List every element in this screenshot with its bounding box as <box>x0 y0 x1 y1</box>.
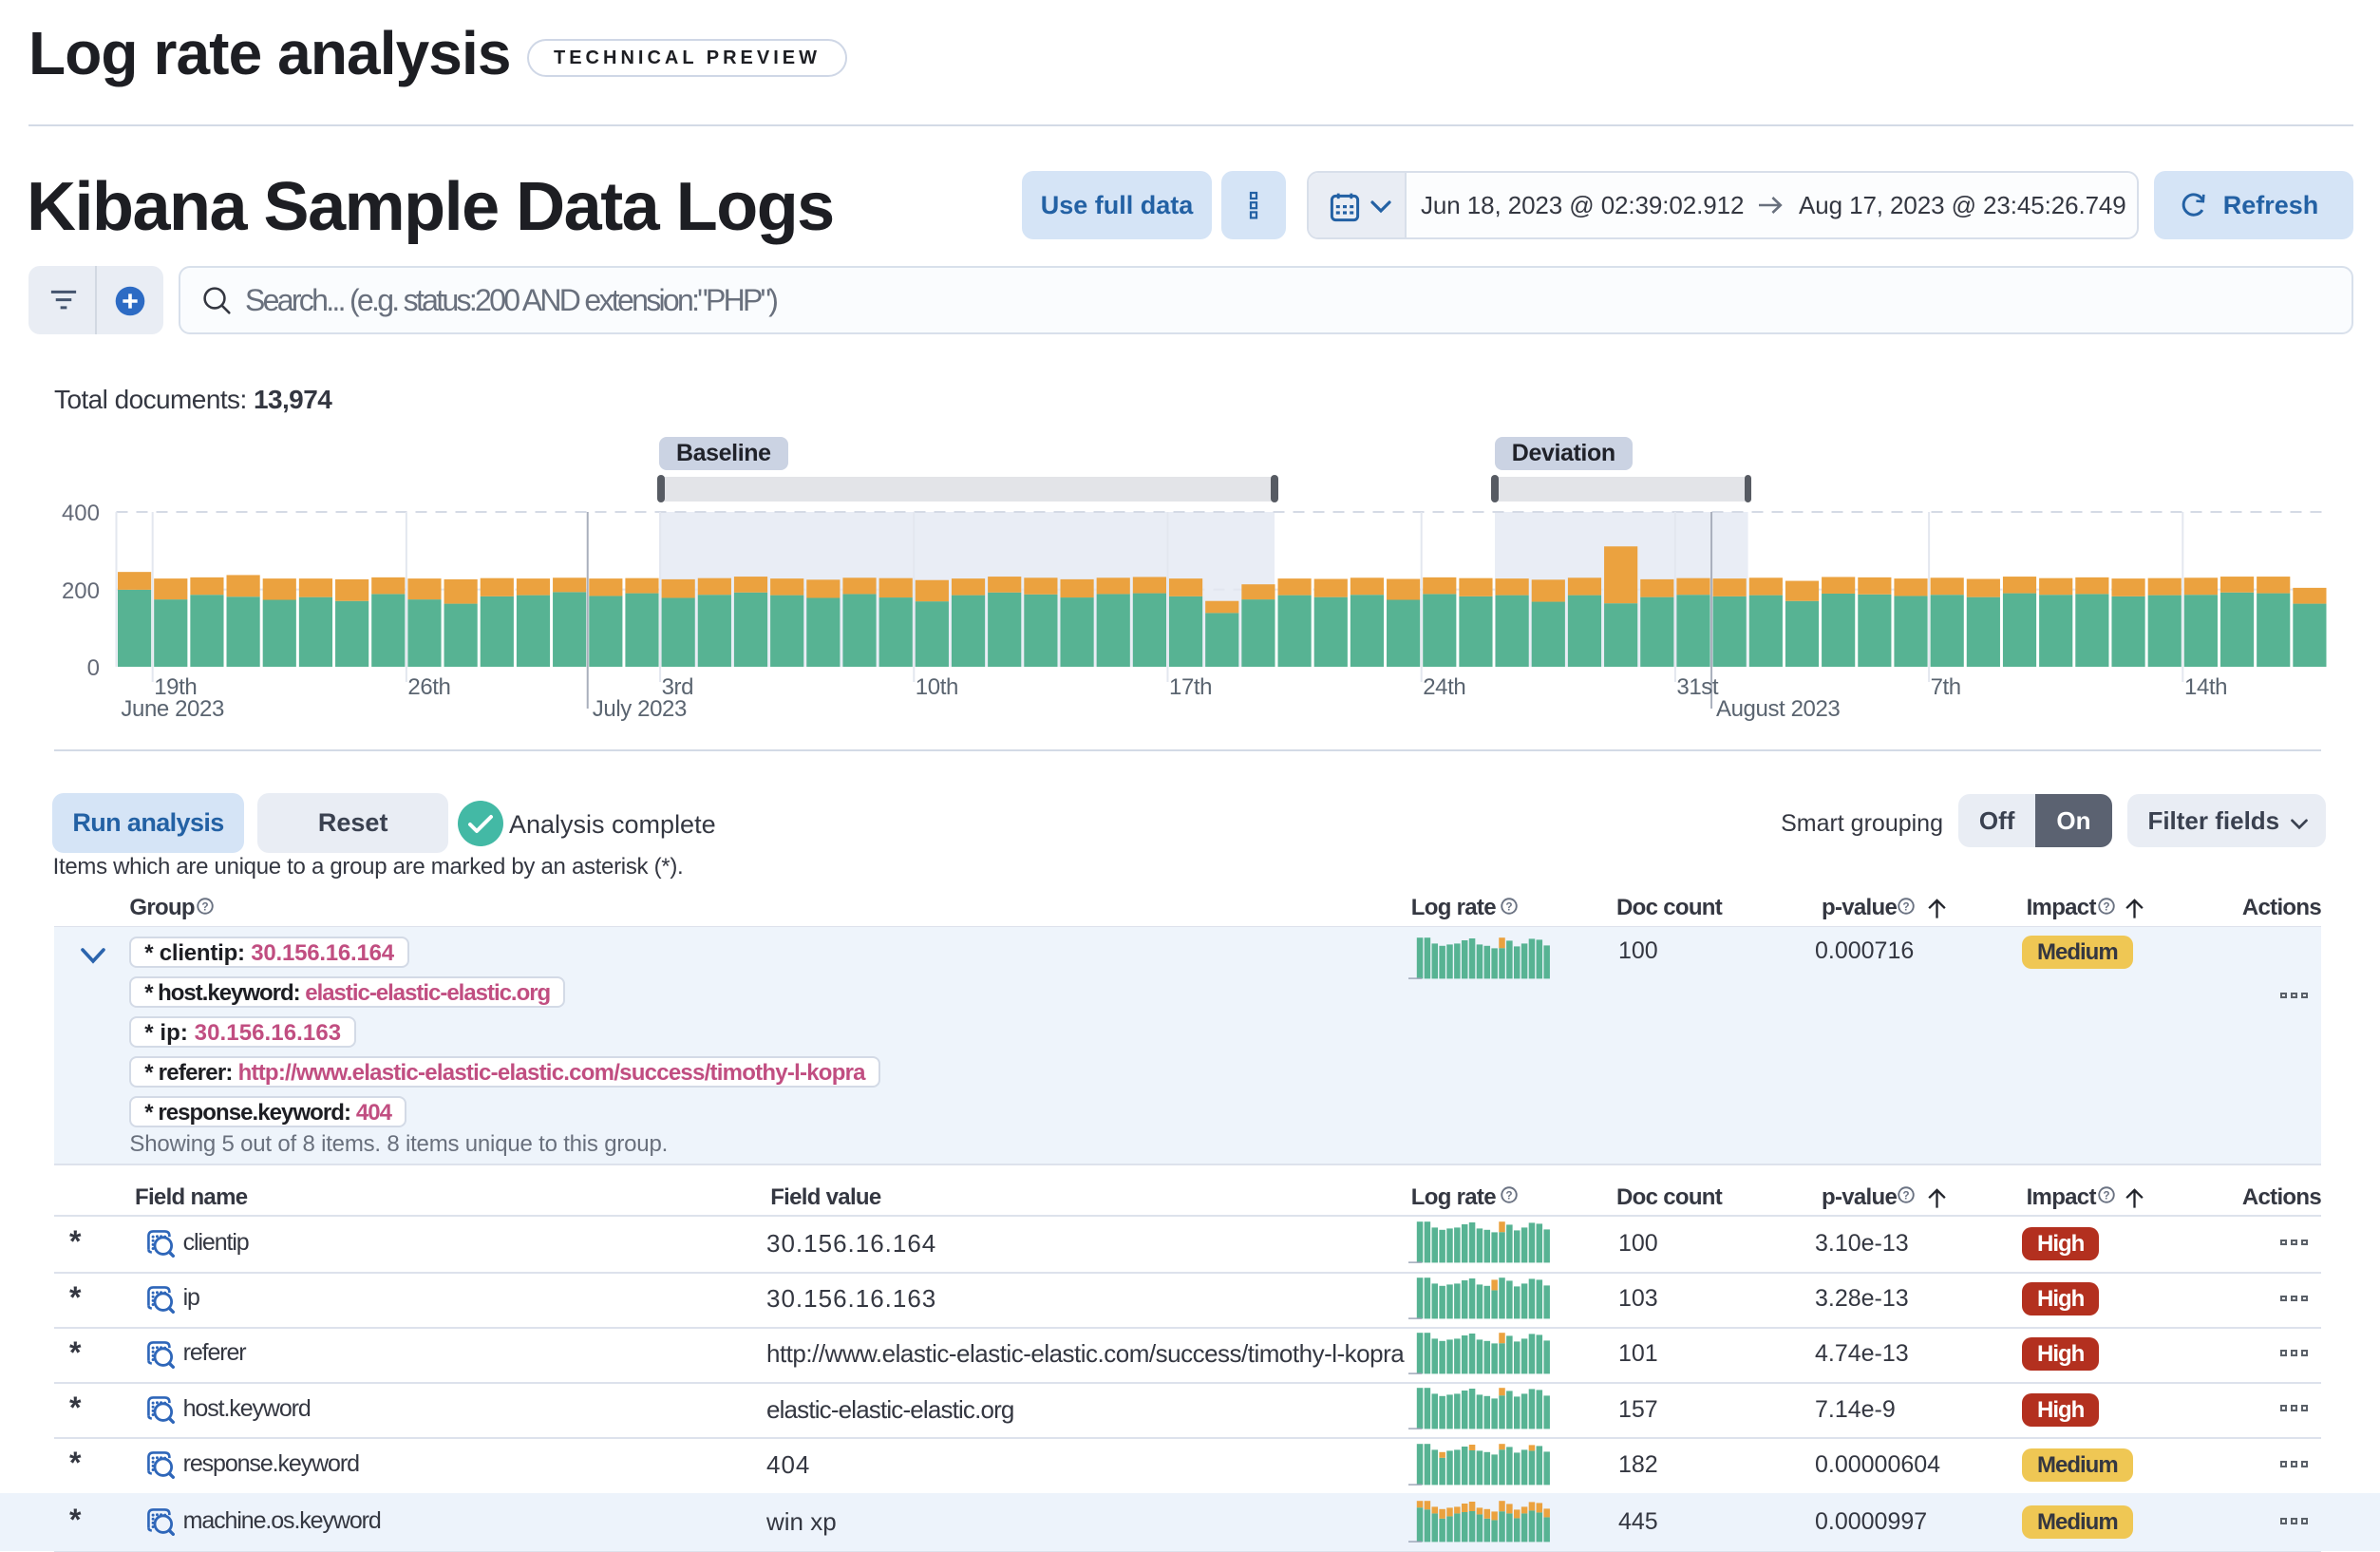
svg-text:?: ? <box>2104 1188 2110 1202</box>
svg-text:?: ? <box>1505 1188 1512 1202</box>
svg-text:?: ? <box>201 899 208 913</box>
svg-text:?: ? <box>1903 1188 1910 1202</box>
svg-text:?: ? <box>1505 899 1512 913</box>
svg-text:?: ? <box>2104 899 2110 913</box>
svg-text:?: ? <box>1903 899 1910 913</box>
